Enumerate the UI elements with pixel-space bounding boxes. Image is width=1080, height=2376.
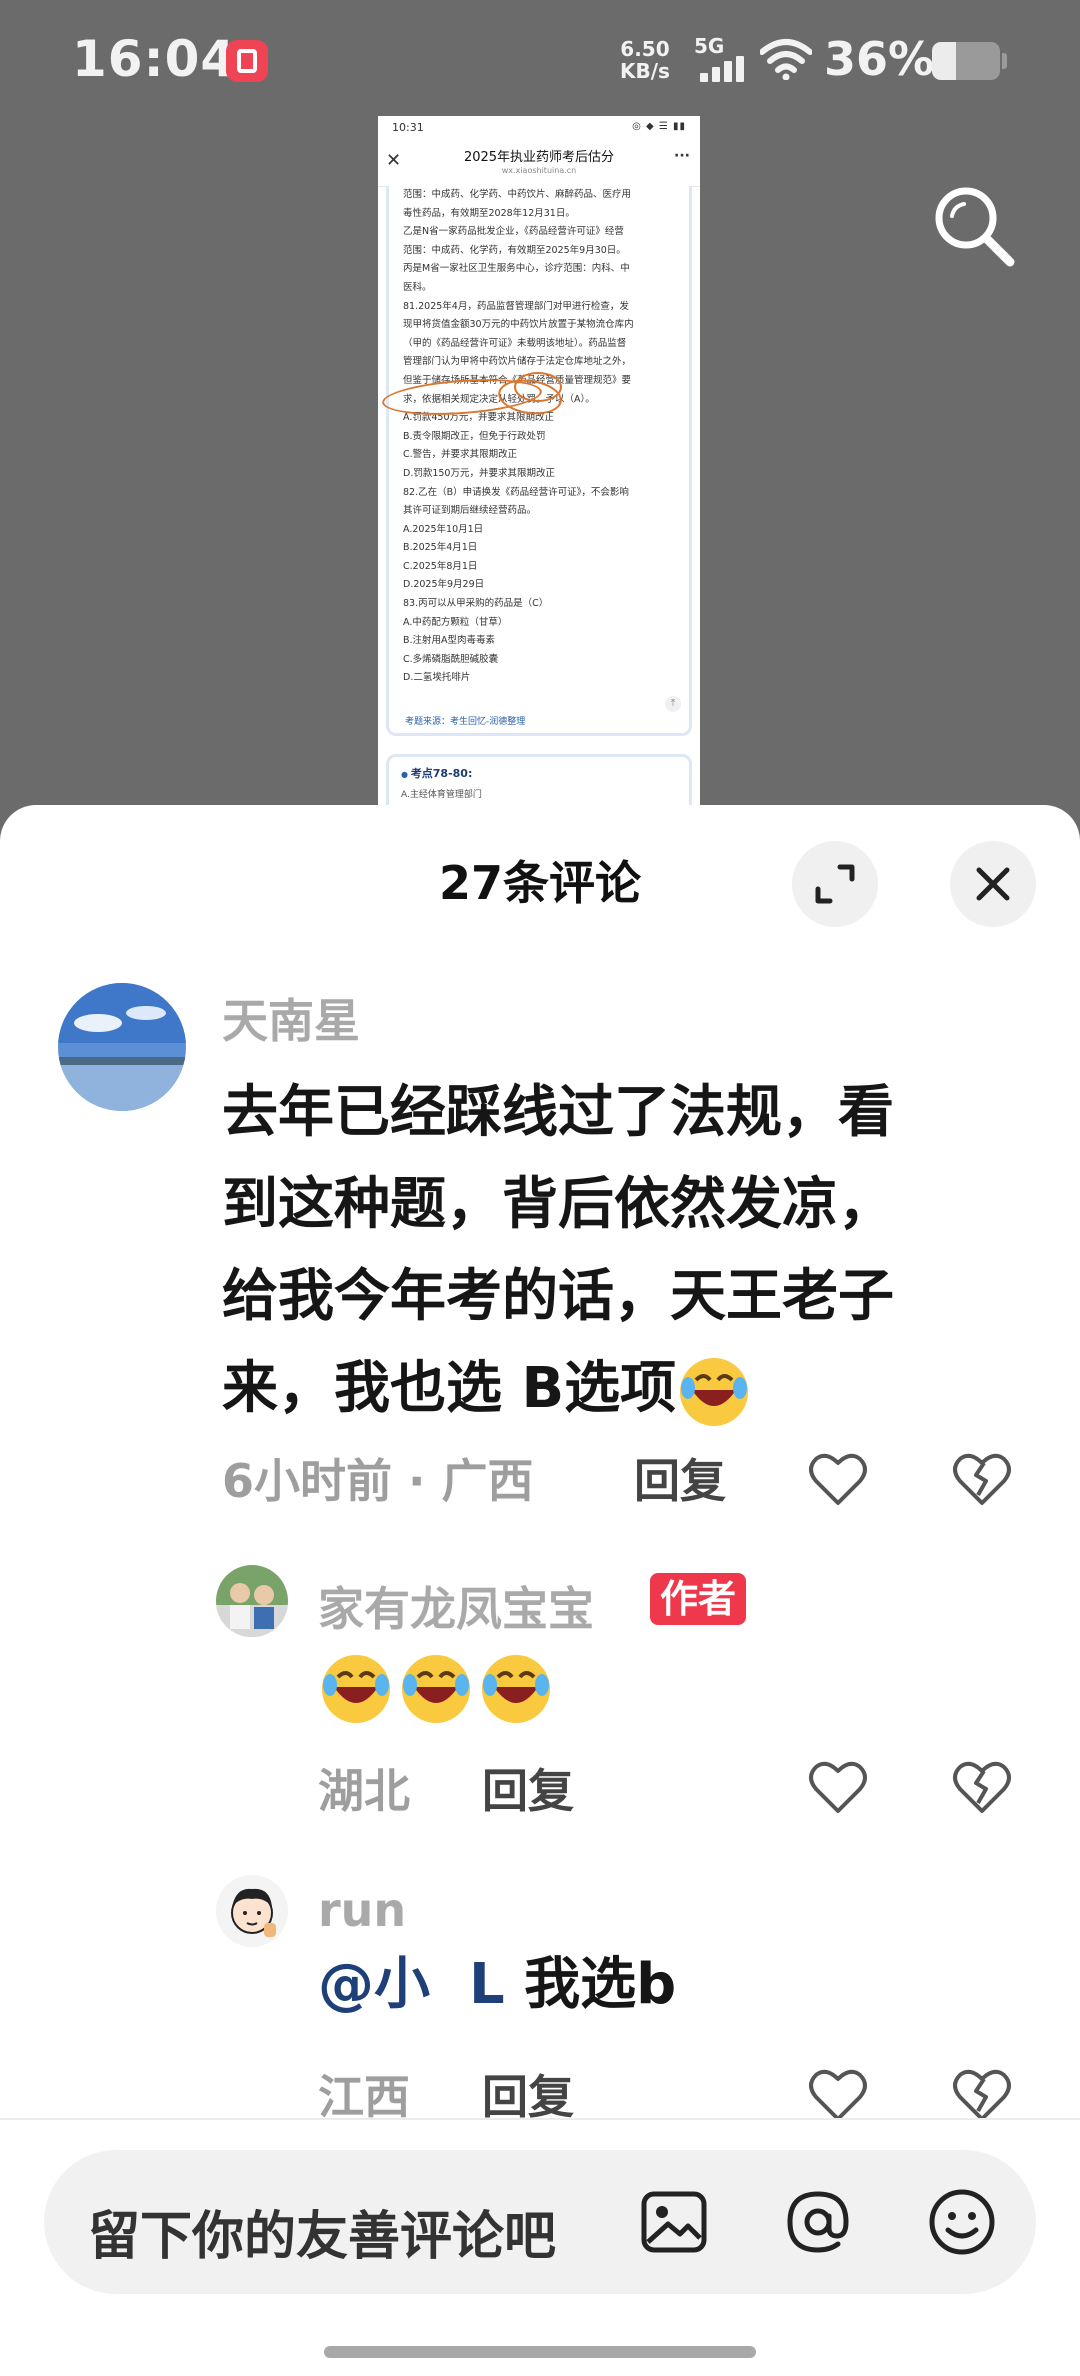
preview-text-line: C.警告，并要求其限期改正 xyxy=(403,449,518,461)
emoji-icon[interactable] xyxy=(926,2186,998,2258)
preview-status-time: 10:31 xyxy=(392,121,424,134)
comment-text-line: 去年已经踩线过了法规，看 xyxy=(222,1080,894,1145)
author-badge: 作者 xyxy=(650,1573,747,1625)
comment-text-line: 给我今年考的话，天王老子 xyxy=(222,1264,894,1329)
comment-input-bar: 留下你的友善评论吧 xyxy=(0,2120,1080,2376)
comment-text-span: 我选b xyxy=(504,1952,677,2017)
close-icon xyxy=(976,867,1010,901)
preview-text-line: 丙是M省一家社区卫生服务中心，诊疗范围：内科、中 xyxy=(403,263,630,275)
reply-button[interactable]: 回复 xyxy=(482,1755,574,1821)
preview-text-line: （甲的《药品经营许可证》未载明该地址）。药品监督 xyxy=(403,337,627,349)
comment-author[interactable]: 天南星 xyxy=(222,985,360,1051)
preview-text-line: 其许可证到期后继续经营药品。 xyxy=(403,505,537,517)
face-with-tears-of-joy-emoji xyxy=(322,1655,390,1723)
search-icon[interactable] xyxy=(928,180,1018,270)
net-speed: 6.50 KB/s xyxy=(620,38,670,82)
broken-heart-icon[interactable] xyxy=(952,2067,1012,2123)
signal-icon xyxy=(700,56,750,82)
preview-text-line: 82.乙在（B）申请换发《药品经营许可证》，不会影响 xyxy=(403,486,629,498)
comment-text: @小 L 我选b xyxy=(318,1939,1038,2031)
avatar[interactable] xyxy=(216,1565,288,1637)
reply-button[interactable]: 回复 xyxy=(634,1445,726,1511)
net-speed-value: 6.50 xyxy=(620,37,670,61)
preview-text-line: 范围：中成药、化学药，有效期至2025年9月30日。 xyxy=(403,244,626,256)
preview-text-line: 现甲将货值金额30万元的中药饮片放置于某物流仓库内 xyxy=(403,319,634,331)
preview-text-line: 乙是N省一家药品批发企业，《药品经营许可证》经营 xyxy=(403,226,624,238)
image-icon[interactable] xyxy=(638,2186,710,2258)
preview-url: wx.xiaoshituina.cn xyxy=(501,166,577,175)
post-image[interactable]: 10:31 ◎ ◆ ☰ ▮▮ ✕ 2025年执业药师考后估分 wx.xiaosh… xyxy=(378,116,700,806)
comment-text-line: 到这种题，背后依然发凉， xyxy=(222,1172,894,1237)
status-time: 16:04 xyxy=(72,30,237,88)
preview-header: ✕ 2025年执业药师考后估分 wx.xiaoshituina.cn ··· xyxy=(378,140,700,187)
preview-source: 考题来源：考生回忆-润德整理 xyxy=(405,717,526,727)
preview-next-card: 考点78-80: A.主经体育管理部门 xyxy=(386,754,692,806)
battery-icon xyxy=(932,42,1000,80)
comment-count-title: 27条评论 xyxy=(438,856,641,910)
comment-location: 湖北 xyxy=(318,1764,410,1818)
comment-author[interactable]: 家有龙凤宝宝 xyxy=(318,1573,594,1639)
comment-text: 去年已经踩线过了法规，看 到这种题，背后依然发凉， 给我今年考的话，天王老子 来… xyxy=(222,1067,1022,1435)
preview-text-line: B.2025年4月1日 xyxy=(403,542,478,554)
wifi-icon xyxy=(760,39,812,80)
preview-text-line: D.2025年9月29日 xyxy=(403,579,485,591)
home-indicator[interactable] xyxy=(324,2346,756,2358)
preview-question-card: 范围：中成药、化学药、中药饮片、麻醉药品、医疗用 毒性药品，有效期至2028年12… xyxy=(386,186,692,736)
preview-text-line: C.多烯磷脂酰胆碱胶囊 xyxy=(403,653,499,665)
preview-text-line: B.责令限期改正，但免于行政处罚 xyxy=(403,430,546,442)
preview-text-line: C.2025年8月1日 xyxy=(403,560,478,572)
annotation-circle xyxy=(514,372,562,402)
preview-text-line: B.注射用A型肉毒毒素 xyxy=(403,635,496,647)
preview-scroll-top-icon: ⤒ xyxy=(665,696,681,712)
preview-text-line: 管理部门认为甲将中药饮片储存于法定仓库地址之外， xyxy=(403,356,632,368)
comment-author[interactable]: run xyxy=(318,1883,406,1937)
comment-input-placeholder: 留下你的友善评论吧 xyxy=(88,2207,557,2267)
avatar[interactable] xyxy=(216,1875,288,1947)
preview-text-line: 毒性药品，有效期至2028年12月31日。 xyxy=(403,207,575,219)
comment-input[interactable]: 留下你的友善评论吧 xyxy=(44,2150,1036,2294)
comment-text-span: 来，我也选 B选项 xyxy=(222,1356,677,1421)
heart-icon[interactable] xyxy=(808,1451,868,1507)
preview-next-line: A.主经体育管理部门 xyxy=(401,790,482,800)
face-with-tears-of-joy-emoji xyxy=(402,1655,470,1723)
status-bar: 16:04 6.50 KB/s 5G 36% xyxy=(0,0,1080,120)
preview-text-line: 81.2025年4月，药品监督管理部门对甲进行检查，发 xyxy=(403,300,629,312)
comment-time-location: 6小时前 · 广西 xyxy=(222,1454,534,1508)
avatar[interactable] xyxy=(58,983,186,1111)
expand-icon xyxy=(815,864,855,904)
preview-status-bar: 10:31 ◎ ◆ ☰ ▮▮ xyxy=(378,116,700,140)
preview-text-line: A.2025年10月1日 xyxy=(403,523,484,535)
preview-text-line: A.中药配方颗粒（甘草） xyxy=(403,616,508,628)
broken-heart-icon[interactable] xyxy=(952,1451,1012,1507)
comment-text-line: 来，我也选 B选项 xyxy=(222,1343,1022,1435)
face-with-tears-of-joy-emoji xyxy=(482,1655,550,1723)
battery-cap xyxy=(1002,53,1007,69)
heart-icon[interactable] xyxy=(808,2067,868,2123)
heart-icon[interactable] xyxy=(808,1759,868,1815)
network-type: 5G xyxy=(694,34,725,58)
mention-link[interactable]: @小 L xyxy=(318,1952,505,2017)
preview-text-line: D.二氢埃托啡片 xyxy=(403,672,471,684)
comment-emoji-row xyxy=(318,1651,558,1727)
preview-text-line: 医科。 xyxy=(403,281,432,293)
preview-more-icon: ··· xyxy=(674,148,690,164)
broken-heart-icon[interactable] xyxy=(952,1759,1012,1815)
net-speed-unit: KB/s xyxy=(620,59,670,83)
preview-title: 2025年执业药师考后估分 xyxy=(463,150,615,165)
preview-next-section: 考点78-80: xyxy=(401,765,677,781)
red-app-notification-icon xyxy=(226,40,268,82)
face-with-tears-of-joy-emoji xyxy=(680,1357,749,1426)
preview-status-icons: ◎ ◆ ☰ ▮▮ xyxy=(632,121,686,132)
preview-text-line: 范围：中成药、化学药、中药饮片、麻醉药品、医疗用 xyxy=(403,189,632,200)
preview-question-text: 范围：中成药、化学药、中药饮片、麻醉药品、医疗用 毒性药品，有效期至2028年12… xyxy=(403,186,679,688)
at-mention-icon[interactable] xyxy=(782,2186,854,2258)
preview-text-line: D.罚款150万元，并要求其限期改正 xyxy=(403,467,555,479)
battery-percent: 36% xyxy=(824,32,935,86)
preview-text-line: 83.丙可以从甲采购的药品是（C） xyxy=(403,598,549,610)
close-button[interactable] xyxy=(950,841,1036,927)
expand-button[interactable] xyxy=(792,841,878,927)
